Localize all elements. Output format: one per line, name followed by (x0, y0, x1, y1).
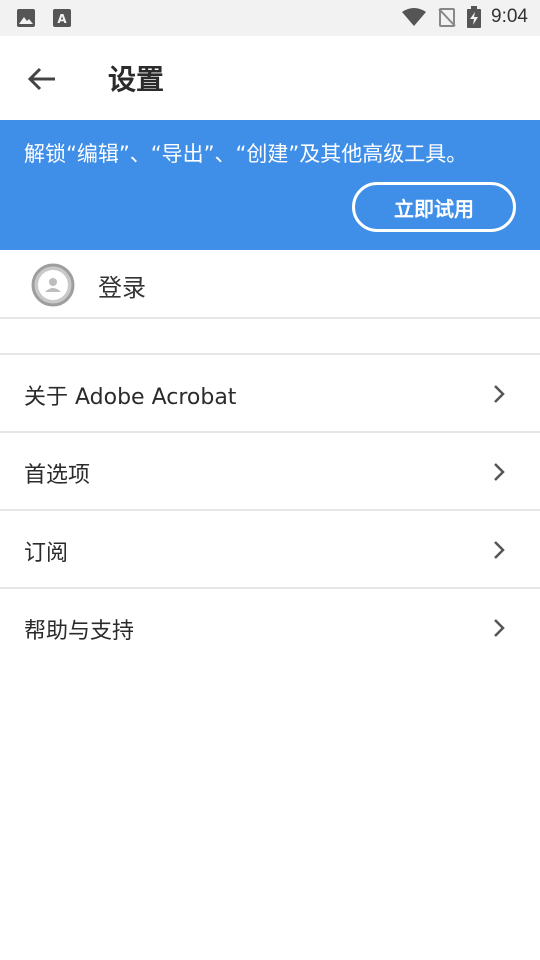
image-icon (17, 9, 35, 27)
menu-item-preferences[interactable]: 首选项 (0, 433, 540, 509)
menu-item-label: 订阅 (24, 541, 69, 566)
app-bar: 设置 (0, 36, 540, 120)
chevron-right-icon (494, 385, 505, 403)
chevron-right-icon (494, 463, 505, 481)
no-signal-icon (438, 8, 456, 27)
page-title: 设置 (108, 63, 165, 96)
try-now-button[interactable]: 立即试用 (352, 182, 516, 232)
user-avatar-icon (31, 263, 75, 307)
status-time: 9:04 (491, 6, 528, 27)
chevron-right-icon (494, 619, 505, 637)
menu-item-label: 关于 Adobe Acrobat (24, 385, 237, 410)
chevron-right-icon (494, 541, 505, 559)
menu-item-label: 首选项 (24, 463, 91, 488)
menu-item-about[interactable]: 关于 Adobe Acrobat (0, 355, 540, 431)
wifi-icon (402, 8, 427, 26)
battery-charging-icon (467, 6, 482, 28)
back-button[interactable] (22, 62, 62, 96)
divider (0, 317, 540, 319)
arrow-left-icon (27, 67, 55, 91)
status-bar: A 9:04 (0, 0, 540, 36)
upgrade-banner: 解锁“编辑”、“导出”、“创建”及其他高级工具。 立即试用 (0, 120, 540, 250)
sign-in-row[interactable]: 登录 (0, 252, 540, 318)
status-right-icons: 9:04 (401, 6, 528, 28)
menu-item-label: 帮助与支持 (24, 619, 135, 644)
font-icon: A (53, 9, 71, 27)
status-left-icons: A (16, 8, 72, 28)
svg-text:A: A (57, 12, 67, 26)
menu-item-subscription[interactable]: 订阅 (0, 511, 540, 587)
upgrade-message: 解锁“编辑”、“导出”、“创建”及其他高级工具。 (24, 142, 468, 166)
sign-in-label: 登录 (98, 274, 146, 302)
menu-item-help[interactable]: 帮助与支持 (0, 589, 540, 665)
